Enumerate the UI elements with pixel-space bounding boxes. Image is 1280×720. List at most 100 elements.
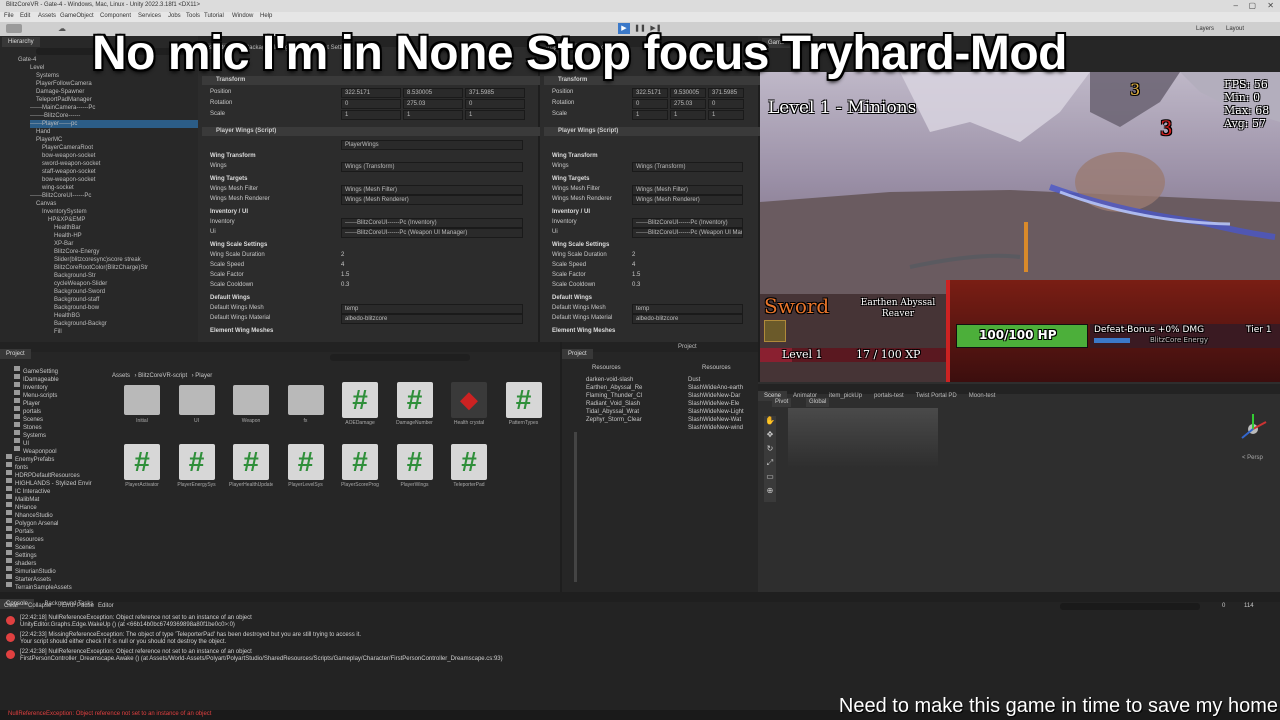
hierarchy-item[interactable]: ------Player------pc bbox=[30, 120, 210, 128]
scene-tab[interactable]: portals-test bbox=[868, 391, 910, 401]
scale-value[interactable]: 2 bbox=[632, 251, 635, 260]
hierarchy-item[interactable]: cycleWeapon-Slider bbox=[54, 280, 107, 288]
inspector-field[interactable]: ------BlitzCoreUI------Pc (Weapon UI Man… bbox=[341, 228, 523, 238]
inspector-field[interactable]: 371.5985 bbox=[465, 88, 525, 98]
inspector-field[interactable]: albedo-blitzcore bbox=[341, 314, 523, 324]
scene-viewport[interactable] bbox=[788, 408, 938, 468]
move-tool-icon[interactable]: ✥ bbox=[764, 430, 776, 444]
asset-item[interactable]: # PlayerScoreProg bbox=[338, 444, 382, 489]
resources-crumb-b[interactable]: Resources bbox=[702, 364, 731, 373]
hierarchy-item[interactable]: Systems bbox=[36, 72, 59, 80]
hierarchy-item[interactable]: Damage-Spawner bbox=[36, 88, 84, 96]
hierarchy-item[interactable]: HealthBar bbox=[54, 224, 81, 232]
folder-item[interactable]: EnemyPrefabs bbox=[6, 448, 54, 463]
inspector-field[interactable]: 1 bbox=[465, 110, 525, 120]
asset-item[interactable]: # PlayerHealthUpdate bbox=[229, 444, 273, 489]
asset-item[interactable]: # PlayerLevelSys bbox=[284, 444, 328, 489]
scale-value[interactable]: 1.5 bbox=[632, 271, 640, 280]
warning-count[interactable]: 0 bbox=[1222, 602, 1225, 611]
scale-value[interactable]: 4 bbox=[632, 261, 635, 270]
folder-item[interactable]: shaders bbox=[6, 552, 36, 567]
hierarchy-item[interactable]: BlitzCore-Energy bbox=[54, 248, 99, 256]
log-line-6[interactable]: FirstPersonController_Dreamscape.Awake (… bbox=[20, 655, 503, 663]
folder-item[interactable]: IC Interactive bbox=[6, 480, 50, 495]
asset-item[interactable]: fx bbox=[284, 382, 328, 425]
folder-item[interactable]: Portals bbox=[6, 520, 34, 535]
folder-item[interactable]: Scenes bbox=[6, 536, 35, 551]
scene-tab[interactable]: Moon-test bbox=[963, 391, 1002, 401]
inspector-field[interactable]: PlayerWings bbox=[341, 140, 523, 150]
transform-tool-icon[interactable]: ⊕ bbox=[764, 486, 776, 500]
hierarchy-item[interactable]: Canvas bbox=[36, 200, 56, 208]
menu-gameobject[interactable]: GameObject bbox=[60, 12, 94, 21]
folder-item[interactable]: Inventory bbox=[14, 376, 48, 391]
console-error-pause[interactable]: Error Pause bbox=[62, 602, 94, 611]
hierarchy-item[interactable]: wing-socket bbox=[42, 184, 74, 192]
error-count[interactable]: 114 bbox=[1244, 602, 1254, 611]
inspector-field[interactable]: ------BlitzCoreUI------Pc (Inventory) bbox=[341, 218, 523, 228]
inspector-field[interactable]: 0 bbox=[632, 99, 668, 109]
maximize-icon[interactable]: ▢ bbox=[1248, 1, 1256, 10]
game-view[interactable]: FPS: 56 Min: 0 Max: 68 Avg: 57 Level 1 -… bbox=[760, 72, 1280, 382]
hierarchy-item[interactable]: Background-Backgr bbox=[54, 320, 107, 328]
inspector-field[interactable]: 275.03 bbox=[403, 99, 463, 109]
scale-value[interactable]: 1.5 bbox=[341, 271, 349, 280]
hierarchy-item[interactable]: staff-weapon-socket bbox=[42, 168, 96, 176]
inspector-field[interactable]: 8.530005 bbox=[403, 88, 463, 98]
folder-item[interactable]: IDamageable bbox=[14, 368, 59, 383]
hierarchy-item[interactable]: HP&XP&EMP bbox=[48, 216, 85, 224]
breadcrumb-assets[interactable]: Assets bbox=[112, 373, 130, 379]
scale-value[interactable]: 2 bbox=[341, 251, 344, 260]
inspector-field[interactable]: 322.5171 bbox=[632, 88, 668, 98]
scene-tab[interactable]: item_pickUp bbox=[823, 391, 868, 401]
asset-item[interactable]: # AOEDamage bbox=[338, 382, 382, 427]
menu-window[interactable]: Window bbox=[232, 12, 253, 21]
cloud-icon[interactable]: ☁ bbox=[58, 24, 66, 33]
folder-item[interactable]: Settings bbox=[6, 544, 37, 559]
account-icon[interactable] bbox=[6, 24, 22, 33]
hierarchy-item[interactable]: Background-staff bbox=[54, 296, 99, 304]
layout-dropdown[interactable]: Layout bbox=[1226, 25, 1244, 34]
minimize-icon[interactable]: – bbox=[1234, 1, 1238, 10]
folder-item[interactable]: Resources bbox=[6, 528, 44, 543]
scale-value[interactable]: 0.3 bbox=[632, 281, 640, 290]
hierarchy-item[interactable]: HealthBG bbox=[54, 312, 80, 320]
component-header[interactable]: Player Wings (Script) bbox=[202, 127, 544, 136]
inspector-field[interactable]: 1 bbox=[341, 110, 401, 120]
folder-item[interactable]: HIGHLANDS - Stylized Envir bbox=[6, 472, 92, 487]
hierarchy-item[interactable]: Health-HP bbox=[54, 232, 82, 240]
folder-item[interactable]: GameSetting bbox=[14, 360, 58, 375]
folder-item[interactable]: StarterAssets bbox=[6, 568, 51, 583]
layers-dropdown[interactable]: Layers bbox=[1196, 25, 1214, 34]
hierarchy-item[interactable]: XP-Bar bbox=[54, 240, 73, 248]
menu-tools[interactable]: Tools bbox=[186, 12, 200, 21]
hierarchy-item[interactable]: sword-weapon-socket bbox=[42, 160, 100, 168]
breadcrumb-player[interactable]: Player bbox=[195, 373, 212, 379]
hierarchy-item[interactable]: ------MainCamera------Pc bbox=[30, 104, 95, 112]
scale-tool-icon[interactable]: ⤢ bbox=[764, 458, 776, 472]
inspector-field[interactable]: ------BlitzCoreUI------Pc (Weapon UI Man… bbox=[632, 228, 743, 238]
resource-item[interactable]: Zephyr_Storm_Clear bbox=[586, 416, 666, 425]
folder-item[interactable]: Stones bbox=[14, 416, 42, 431]
console-search[interactable] bbox=[1060, 603, 1200, 610]
asset-item[interactable]: # DamageNumber bbox=[393, 382, 437, 427]
hierarchy-item[interactable]: Gate-4 bbox=[18, 56, 36, 64]
project-search[interactable] bbox=[330, 354, 470, 361]
inspector-field[interactable]: temp bbox=[632, 304, 743, 314]
menu-component[interactable]: Component bbox=[100, 12, 131, 21]
scale-value[interactable]: 4 bbox=[341, 261, 344, 270]
asset-item[interactable]: # TeleporterPad bbox=[447, 444, 491, 489]
hierarchy-item[interactable]: Background-bow bbox=[54, 304, 99, 312]
folder-item[interactable]: Weaponpool bbox=[14, 440, 57, 455]
asset-item[interactable]: UI bbox=[175, 382, 219, 425]
inspector-field[interactable]: Wings (Mesh Filter) bbox=[632, 185, 743, 195]
asset-item[interactable]: ◆ Health crystal bbox=[447, 382, 491, 427]
hierarchy-item[interactable]: Level bbox=[30, 64, 44, 72]
rect-tool-icon[interactable]: ▭ bbox=[764, 472, 776, 486]
inspector-field[interactable]: ------BlitzCoreUI------Pc (Inventory) bbox=[632, 218, 743, 228]
inspector-field[interactable]: 322.5171 bbox=[341, 88, 401, 98]
hierarchy-item[interactable]: PlayerMC bbox=[36, 136, 62, 144]
log-line-2[interactable]: UnityEditor.Graphs.Edge.WakeUp () (at <6… bbox=[20, 621, 235, 629]
inspector-field[interactable]: 0 bbox=[708, 99, 744, 109]
tab-project-2[interactable]: Project bbox=[562, 349, 593, 359]
